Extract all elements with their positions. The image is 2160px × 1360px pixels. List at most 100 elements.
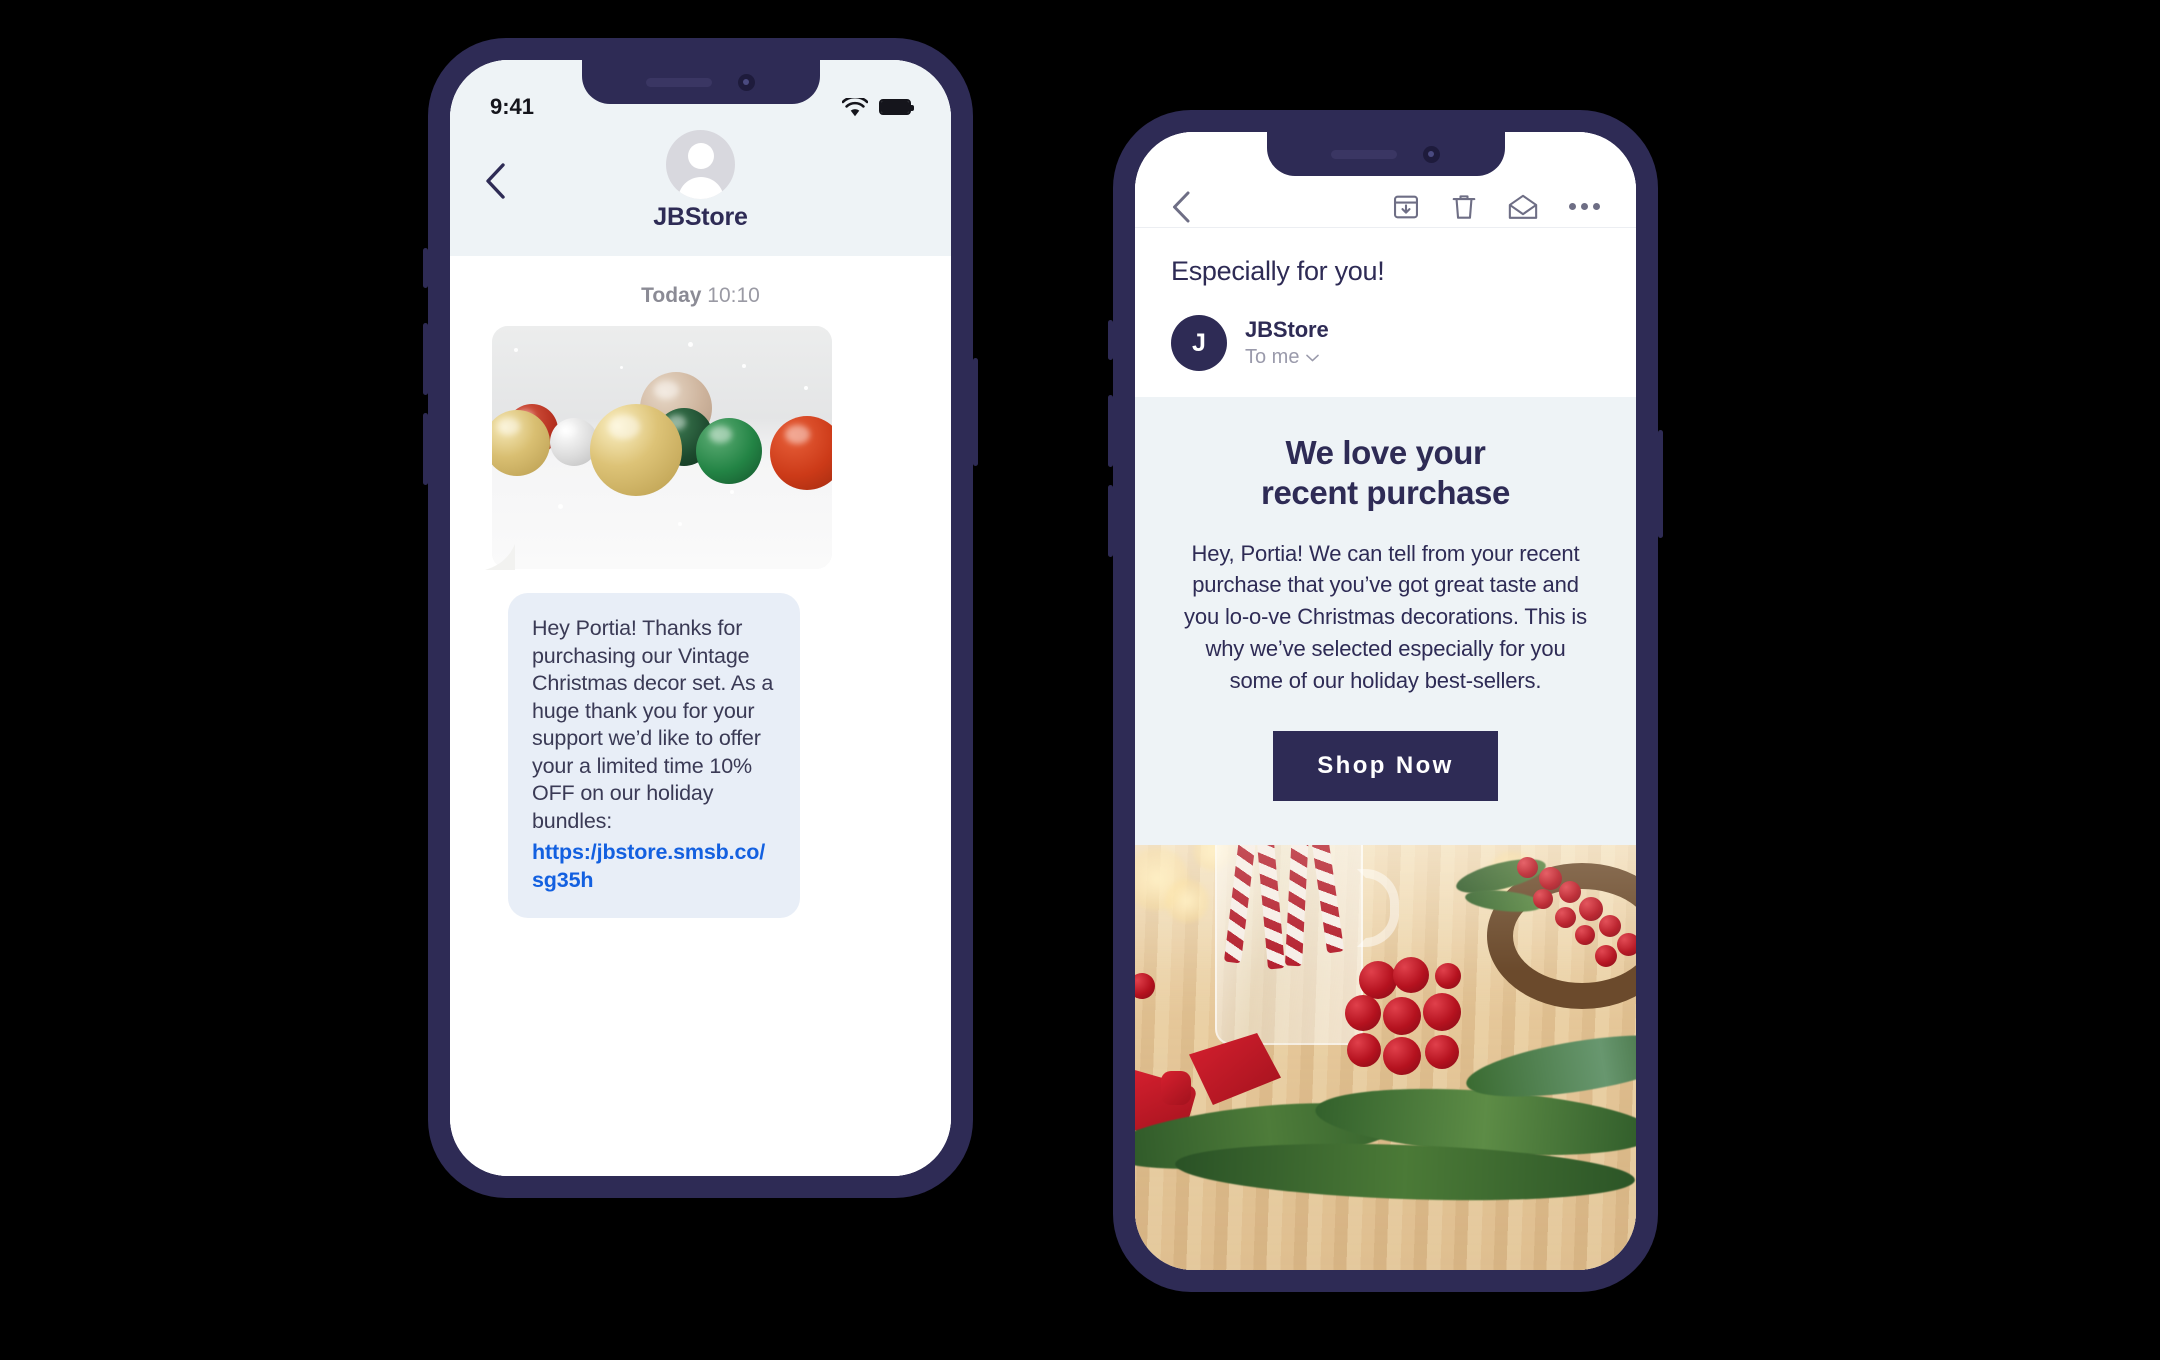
berry-cluster-item (1425, 1034, 1459, 1069)
snow-dot (558, 504, 563, 509)
more-options-icon[interactable] (1569, 203, 1600, 210)
promo-title: We love your recent purchase (1177, 433, 1594, 514)
avatar-head (687, 143, 714, 169)
promo-body: Hey, Portia! We can tell from your recen… (1184, 540, 1587, 694)
promo-link[interactable]: https:/jbstore.smsb.co/sg35h (532, 839, 776, 894)
mockup-stage: 9:41 JBStore Today 10:10 Hey Portia! Tha… (0, 0, 2160, 1360)
ornament-gold-left (492, 410, 550, 476)
snow-dot (688, 342, 693, 347)
email-phone-notch (1266, 132, 1505, 176)
sender-row: J JBStore To me (1171, 315, 1600, 371)
berry-cluster-item (1383, 1036, 1421, 1075)
email-subject: Especially for you! (1171, 256, 1385, 286)
power-button[interactable] (1658, 430, 1663, 538)
berry (1575, 924, 1595, 945)
berry (1517, 856, 1538, 878)
dot (1569, 203, 1576, 210)
mason-jar (1215, 844, 1363, 1045)
promo-title-line-2: recent purchase (1261, 474, 1510, 512)
snow-dot (514, 348, 518, 352)
conversation-thread: Today 10:10 Hey Portia! Thanks for purch… (450, 256, 951, 1176)
email-body: We love your recent purchase Hey, Portia… (1135, 397, 1636, 1270)
archive-box-icon[interactable] (1392, 193, 1420, 221)
image-message-bubble[interactable] (492, 326, 832, 569)
wifi-icon (842, 97, 868, 116)
candy-cane (1284, 844, 1311, 967)
recipient-label: To me (1245, 346, 1300, 368)
snow-dot (678, 522, 682, 526)
status-indicators (842, 97, 914, 117)
sender-details: JBStore To me (1245, 317, 1329, 369)
dot (1593, 203, 1600, 210)
berry-cluster-item (1383, 996, 1421, 1035)
envelope-open-icon[interactable] (1508, 194, 1538, 220)
contact-name: JBStore (653, 203, 748, 231)
conversation-timestamp: Today 10:10 (484, 256, 917, 326)
volume-up-button[interactable] (423, 323, 428, 395)
berry (1595, 944, 1617, 967)
berry (1599, 914, 1621, 937)
front-camera-icon (1423, 145, 1440, 163)
berry-cluster-item (1359, 960, 1397, 999)
toolbar-actions (1392, 193, 1600, 221)
front-camera-icon (738, 73, 755, 91)
berry-cluster-item (1423, 992, 1461, 1031)
sms-app: 9:41 JBStore Today 10:10 Hey Portia! Tha… (450, 60, 951, 1176)
timestamp-day: Today (641, 284, 702, 307)
berry-cluster-item (1393, 956, 1429, 993)
shop-now-button[interactable]: Shop Now (1273, 730, 1498, 801)
promo-block: We love your recent purchase Hey, Portia… (1135, 397, 1636, 845)
berry (1555, 906, 1576, 928)
sms-phone-device: 9:41 JBStore Today 10:10 Hey Portia! Tha… (423, 38, 978, 1198)
person-avatar-icon (666, 130, 735, 199)
chevron-down-icon (1306, 354, 1320, 361)
power-button[interactable] (973, 358, 978, 466)
sms-navigation-bar: JBStore (450, 128, 951, 256)
battery-icon (879, 99, 914, 115)
email-app: Especially for you! J JBStore To me We l… (1135, 132, 1636, 1270)
contact-header[interactable]: JBStore (450, 130, 951, 232)
ornaments-scene (492, 326, 832, 569)
timestamp-time: 10:10 (707, 284, 760, 307)
snow-dot (742, 364, 746, 368)
avatar-body (677, 177, 724, 199)
recipient-toggle[interactable]: To me (1245, 346, 1329, 369)
candy-cane (1253, 844, 1286, 970)
volume-down-button[interactable] (423, 413, 428, 485)
berry-cluster-item (1345, 994, 1381, 1031)
berry (1533, 888, 1553, 909)
email-metadata: Especially for you! J JBStore To me (1135, 228, 1636, 397)
snow-dot (620, 366, 623, 369)
sender-avatar: J (1171, 315, 1227, 371)
sender-name: JBStore (1245, 317, 1329, 342)
berry-cluster-item (1347, 1032, 1381, 1067)
berry (1579, 896, 1603, 921)
volume-up-button[interactable] (1108, 395, 1113, 467)
text-message-bubble[interactable]: Hey Portia! Thanks for purchasing our Vi… (508, 593, 800, 919)
snow-dot (730, 490, 734, 494)
email-phone-screen: Especially for you! J JBStore To me We l… (1135, 132, 1636, 1270)
bokeh-light (1165, 878, 1209, 923)
candy-cane (1306, 844, 1345, 954)
email-phone-device: Especially for you! J JBStore To me We l… (1108, 110, 1663, 1292)
ornament-orange (770, 416, 832, 490)
earpiece-speaker (646, 77, 712, 87)
mute-switch[interactable] (1108, 320, 1113, 360)
promo-title-line-1: We love your (1285, 434, 1486, 471)
mute-switch[interactable] (423, 248, 428, 288)
christmas-table-scene-photo (1135, 844, 1636, 1270)
berry (1539, 866, 1562, 890)
berry (1617, 932, 1636, 956)
volume-down-button[interactable] (1108, 485, 1113, 557)
candy-cane (1223, 844, 1260, 964)
ribbon-knot (1161, 1070, 1191, 1105)
christmas-ornaments-photo (492, 326, 832, 569)
message-body: Hey Portia! Thanks for purchasing our Vi… (532, 616, 774, 833)
ornament-green (696, 418, 762, 484)
dot (1581, 203, 1588, 210)
back-button[interactable] (1171, 190, 1191, 224)
berry-cluster-item (1435, 962, 1461, 989)
sms-phone-notch (581, 60, 820, 104)
berry (1559, 880, 1581, 903)
trash-icon[interactable] (1451, 193, 1477, 221)
